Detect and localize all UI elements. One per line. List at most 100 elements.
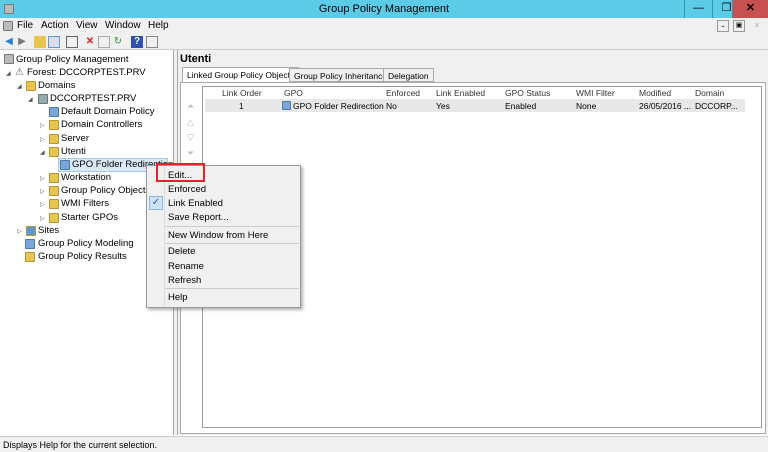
menu-separator [165,226,299,227]
col-link-enabled[interactable]: Link Enabled [436,88,485,98]
menu-separator [165,288,299,289]
cell-link-enabled: Yes [436,101,450,111]
tree-item-group-policy-objects[interactable]: Group Policy Objects [61,185,150,196]
tab-delegation[interactable]: Delegation [383,68,434,82]
ou-icon [49,147,59,157]
menu-action[interactable]: Action [41,20,69,31]
tree-item-wmi-filters[interactable]: WMI Filters [61,198,109,209]
gpo-link-icon [60,160,70,170]
tree-item-gp-modeling[interactable]: Group Policy Modeling [38,238,134,249]
forest-icon: ⚠ [15,67,24,78]
mdi-restore-button[interactable]: ▣ [733,20,745,32]
move-top-icon[interactable]: ⏶ [187,101,194,112]
export-icon[interactable] [98,36,110,48]
col-wmi-filter[interactable]: WMI Filter [576,88,615,98]
menu-window[interactable]: Window [105,20,141,31]
ou-icon [49,120,59,130]
col-modified[interactable]: Modified [639,88,671,98]
results-icon [25,252,35,262]
menu-item-new-window[interactable]: New Window from Here [168,230,268,241]
forward-icon[interactable]: ▶ [16,36,28,48]
tree-item-domains[interactable]: Domains [38,80,76,91]
tree-item-gpm[interactable]: Group Policy Management [16,54,128,65]
tree-item-default-domain-policy[interactable]: Default Domain Policy [61,106,154,117]
col-enforced[interactable]: Enforced [386,88,420,98]
expand-icon[interactable]: ▷ [40,122,45,129]
ou-icon [49,134,59,144]
tree-item-server[interactable]: Server [61,133,89,144]
modeling-icon [25,239,35,249]
properties-icon[interactable] [66,36,78,48]
gpo-container-icon [49,186,59,196]
menu-item-save-report[interactable]: Save Report... [168,212,229,223]
tree-item-utenti[interactable]: Utenti [61,146,86,157]
refresh-icon[interactable]: ↻ [112,36,124,48]
cell-wmi-filter: None [576,101,597,111]
cell-link-order: 1 [239,101,244,111]
col-link-order[interactable]: Link Order [222,88,262,98]
mdi-minimize-button[interactable]: - [717,20,729,32]
cell-modified: 26/05/2016 ... [639,101,691,111]
close-button[interactable]: ✕ [732,0,768,18]
col-domain[interactable]: Domain [695,88,724,98]
tab-gp-inheritance[interactable]: Group Policy Inheritance [289,68,393,82]
expand-icon[interactable]: ▷ [40,201,45,208]
tree-item-forest[interactable]: Forest: DCCORPTEST.PRV [27,67,146,78]
gpm-icon [4,54,14,64]
minimize-button[interactable]: — [684,0,712,18]
menu-item-rename[interactable]: Rename [168,261,204,272]
title-bar: Group Policy Management — ❐ ✕ [0,0,768,18]
tree-item-gp-results[interactable]: Group Policy Results [38,251,127,262]
collapse-icon[interactable]: ◢ [6,70,11,77]
wmi-filter-icon [49,199,59,209]
expand-icon[interactable]: ▷ [40,188,45,195]
show-hide-tree-icon[interactable] [48,36,60,48]
system-menu-icon[interactable] [3,21,13,31]
tree-item-dccorptest[interactable]: DCCORPTEST.PRV [50,93,136,104]
menu-item-refresh[interactable]: Refresh [168,275,201,286]
collapse-icon[interactable]: ◢ [40,149,45,156]
expand-icon[interactable]: ▷ [40,175,45,182]
tab-linked-gpos[interactable]: Linked Group Policy Objects [182,67,300,82]
move-down-icon[interactable]: ▽ [187,132,194,143]
tree-item-workstation[interactable]: Workstation [61,172,111,183]
move-up-icon[interactable]: △ [187,117,194,128]
ou-icon [49,173,59,183]
menu-item-enforced[interactable]: Enforced [168,184,206,195]
tree-item-sites[interactable]: Sites [38,225,59,236]
move-bottom-icon[interactable]: ⏷ [187,148,194,159]
cell-gpo-status: Enabled [505,101,537,111]
help-icon[interactable]: ? [131,36,143,48]
menu-file[interactable]: File [17,20,33,31]
tree-item-domain-controllers[interactable]: Domain Controllers [61,119,142,130]
col-gpo[interactable]: GPO [284,88,303,98]
menu-help[interactable]: Help [148,20,169,31]
expand-icon[interactable]: ▷ [17,228,22,235]
domains-icon [26,81,36,91]
collapse-icon[interactable]: ◢ [28,96,33,103]
delete-icon[interactable]: ✕ [84,36,96,48]
sites-icon [26,226,36,236]
back-icon[interactable]: ◀ [3,36,15,48]
show-action-pane-icon[interactable] [146,36,158,48]
domain-icon [38,94,48,104]
col-gpo-status[interactable]: GPO Status [505,88,550,98]
starter-gpo-icon [49,213,59,223]
menu-bar: File Action View Window Help - ▣ × [0,18,768,34]
menu-view[interactable]: View [76,20,98,31]
details-title: Utenti [180,53,212,65]
menu-item-delete[interactable]: Delete [168,246,195,257]
status-bar: Displays Help for the current selection. [0,436,768,452]
gpo-link-icon [282,101,291,110]
cell-gpo: GPO Folder Redirection [293,101,384,111]
gpo-link-icon [49,107,59,117]
up-folder-icon[interactable] [34,36,46,48]
expand-icon[interactable]: ▷ [40,215,45,222]
mdi-close-button[interactable]: × [751,20,763,32]
expand-icon[interactable]: ▷ [40,136,45,143]
menu-item-help[interactable]: Help [168,292,188,303]
menu-item-link-enabled[interactable]: Link Enabled [168,198,223,209]
collapse-icon[interactable]: ◢ [17,83,22,90]
status-text: Displays Help for the current selection. [3,440,158,450]
tree-item-starter-gpos[interactable]: Starter GPOs [61,212,118,223]
